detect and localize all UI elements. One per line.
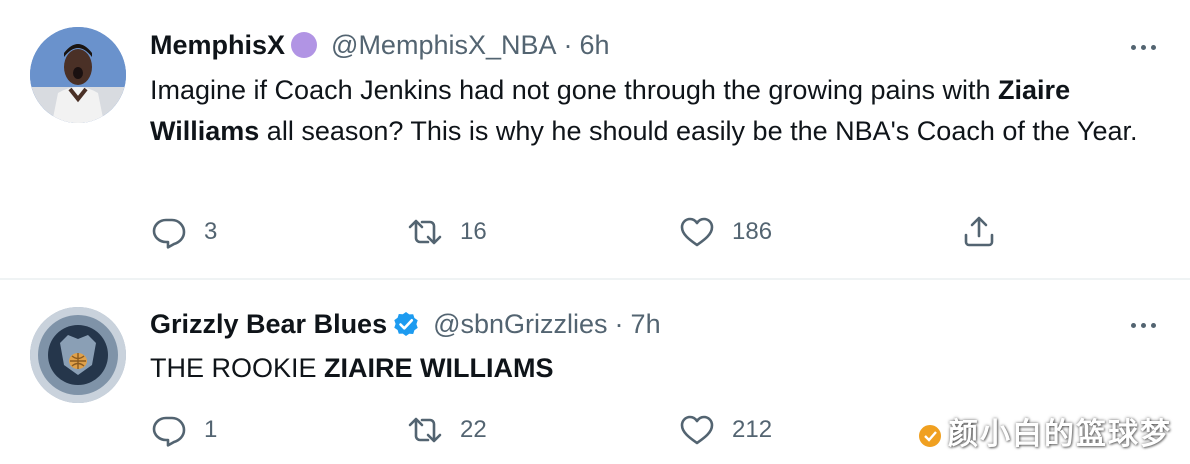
purple-circle-emoji-icon <box>291 32 318 58</box>
tweet[interactable]: MemphisX @MemphisX_NBA · 6h Imagine if C… <box>0 0 1190 279</box>
verified-badge-icon <box>394 312 418 336</box>
tweet-text: Imagine if Coach Jenkins had not gone th… <box>150 70 1170 151</box>
more-icon[interactable] <box>1131 42 1156 52</box>
avatar[interactable] <box>30 27 126 123</box>
separator: · <box>614 309 624 339</box>
tweet-header: Grizzly Bear Blues @sbnGrizzlies · 7h <box>150 307 661 341</box>
retweet-count: 22 <box>460 416 487 443</box>
retweet-icon <box>408 417 442 443</box>
tweet-text-part: Imagine if Coach Jenkins had not gone th… <box>150 75 999 105</box>
reply-icon <box>152 416 186 447</box>
separator: · <box>563 30 573 60</box>
avatar[interactable] <box>30 307 126 403</box>
retweet-button[interactable]: 16 <box>408 215 487 249</box>
timestamp[interactable]: 7h <box>631 307 661 341</box>
reply-button[interactable]: 1 <box>152 413 217 447</box>
reply-count: 3 <box>204 218 218 245</box>
like-count: 212 <box>732 416 773 443</box>
heart-icon <box>680 415 714 445</box>
tweet-header: MemphisX @MemphisX_NBA · 6h <box>150 28 610 62</box>
watermark-logo-icon <box>917 423 943 450</box>
author-handle[interactable]: @MemphisX_NBA <box>331 28 556 62</box>
like-count: 186 <box>732 218 773 245</box>
like-button[interactable]: 212 <box>680 413 772 447</box>
action-bar: 3 16 186 <box>150 215 1010 255</box>
author-name[interactable]: MemphisX <box>150 28 285 62</box>
reply-icon <box>152 218 186 249</box>
heart-icon <box>680 217 714 247</box>
action-bar: 1 22 212 <box>150 413 1010 453</box>
tweet-text-part: all season? This is why he should easily… <box>259 115 1138 146</box>
reply-button[interactable]: 3 <box>152 215 217 249</box>
author-handle[interactable]: @sbnGrizzlies <box>433 307 607 341</box>
retweet-count: 16 <box>460 218 487 245</box>
author-name[interactable]: Grizzly Bear Blues <box>150 307 387 341</box>
tweet-text-bold[interactable]: ZIAIRE WILLIAMS <box>324 353 553 383</box>
retweet-button[interactable]: 22 <box>408 413 487 447</box>
watermark: 颜小白的篮球梦 <box>916 409 1172 453</box>
grizzly-logo-icon <box>30 307 126 403</box>
watermark-text: 颜小白的篮球梦 <box>948 418 1172 451</box>
tweet-text: THE ROOKIE ZIAIRE WILLIAMS <box>150 348 1170 389</box>
tweet-text-part: THE ROOKIE <box>150 353 325 383</box>
reply-count: 1 <box>204 416 218 443</box>
share-button[interactable] <box>962 215 996 249</box>
like-button[interactable]: 186 <box>680 215 772 249</box>
more-icon[interactable] <box>1131 320 1156 330</box>
retweet-icon <box>408 219 442 245</box>
timestamp[interactable]: 6h <box>580 28 610 62</box>
share-icon <box>964 216 994 247</box>
avatar-image <box>30 27 126 123</box>
